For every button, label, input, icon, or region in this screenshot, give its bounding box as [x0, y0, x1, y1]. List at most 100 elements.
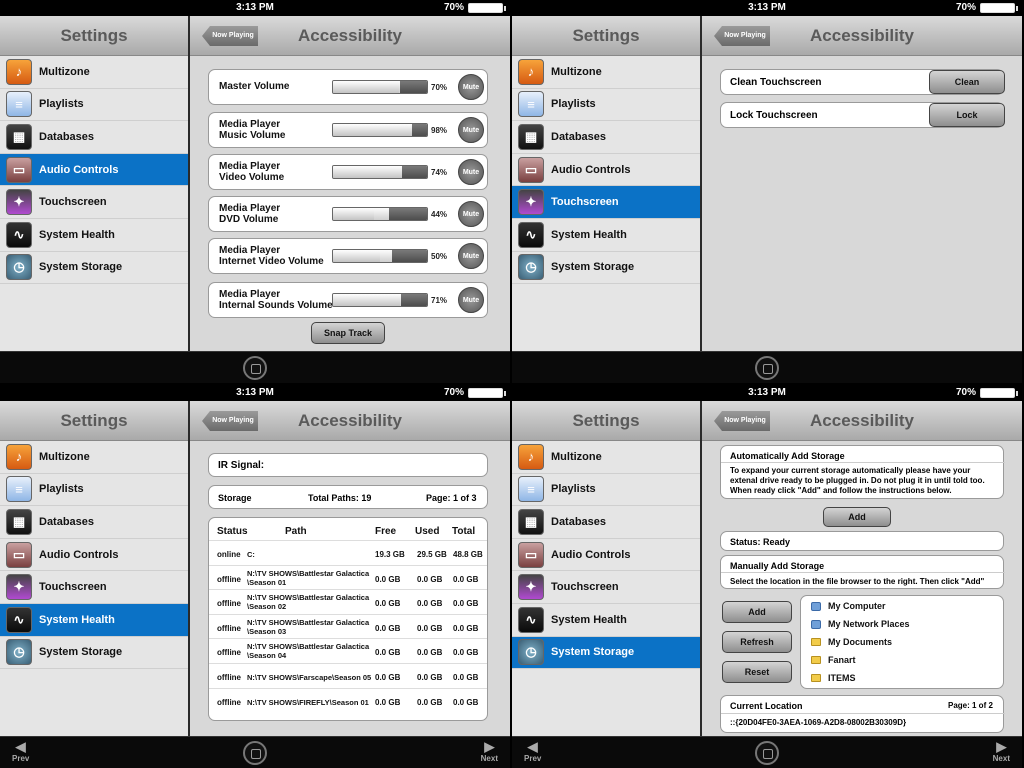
audio-controls-icon: ▭: [6, 541, 32, 568]
sidebar-item-multizone[interactable]: ♪ Multizone: [512, 441, 700, 474]
sidebar-item-touchscreen[interactable]: ✦ Touchscreen: [512, 186, 700, 219]
sidebar-item-label: Databases: [39, 515, 95, 528]
file-item-label: My Computer: [828, 601, 886, 611]
sidebar-item-system-health[interactable]: ∿ System Health: [512, 219, 700, 252]
home-button[interactable]: [243, 356, 267, 380]
volume-slider[interactable]: [332, 249, 428, 263]
sidebar-item-label: System Health: [39, 613, 115, 626]
mute-button[interactable]: Mute: [458, 243, 484, 269]
row-path: N:\TV SHOWS\Farscape\Season 05: [247, 673, 371, 682]
file-browser-item[interactable]: ITEMS: [811, 673, 856, 683]
file-item-label: Fanart: [828, 655, 856, 665]
next-button[interactable]: ▶ Next: [481, 740, 498, 764]
row-used: 0.0 GB: [417, 574, 443, 584]
storage-summary-panel: Storage Total Paths: 19 Page: 1 of 3: [208, 485, 488, 509]
row-path-line2: \Season 02: [247, 602, 287, 612]
next-button[interactable]: ▶ Next: [993, 740, 1010, 764]
sidebar-item-multizone[interactable]: ♪ Multizone: [0, 441, 188, 474]
row-free: 0.0 GB: [375, 673, 401, 682]
sidebar-item-playlists[interactable]: ≡ Playlists: [512, 89, 700, 122]
row-status: offline: [217, 648, 241, 658]
sidebar-item-playlists[interactable]: ≡ Playlists: [0, 89, 188, 122]
row-total: 0.0 GB: [453, 623, 479, 633]
left-arrow-icon: ◀: [15, 739, 26, 754]
battery-percent: 70%: [443, 387, 464, 398]
auto-add-description: To expand your current storage automatic…: [730, 466, 985, 495]
volume-label-line1: Media Player: [219, 119, 281, 130]
sidebar-item-playlists[interactable]: ≡ Playlists: [0, 474, 188, 507]
add-button[interactable]: Add: [722, 601, 792, 623]
sidebar-item-touchscreen[interactable]: ✦ Touchscreen: [512, 571, 700, 604]
row-free: 0.0 GB: [375, 648, 401, 658]
table-row[interactable]: offline N:\TV SHOWS\FIREFLY\Season 01 0.…: [209, 687, 487, 713]
sidebar-item-system-health[interactable]: ∿ System Health: [512, 604, 700, 637]
sidebar-item-audio-controls[interactable]: ▭ Audio Controls: [512, 154, 700, 187]
accessibility-pane: Now Playing Accessibility Master Volume …: [190, 16, 510, 351]
table-row[interactable]: offline N:\TV SHOWS\Battlestar Galactica…: [209, 589, 487, 614]
sidebar-item-system-storage[interactable]: ◷ System Storage: [0, 637, 188, 670]
sidebar-item-multizone[interactable]: ♪ Multizone: [512, 56, 700, 89]
sidebar-item-system-storage[interactable]: ◷ System Storage: [512, 252, 700, 285]
prev-button[interactable]: ◀ Prev: [12, 739, 29, 764]
volume-slider[interactable]: [332, 293, 428, 307]
file-browser-item[interactable]: Fanart: [811, 655, 856, 665]
audio-controls-icon: ▭: [6, 156, 32, 183]
lock-button[interactable]: Lock: [929, 103, 1005, 127]
sidebar-item-system-health[interactable]: ∿ System Health: [0, 219, 188, 252]
sidebar-item-system-storage[interactable]: ◷ System Storage: [0, 252, 188, 285]
clean-button[interactable]: Clean: [929, 70, 1005, 94]
page-title: Accessibility: [810, 26, 914, 45]
sidebar-item-databases[interactable]: ▦ Databases: [0, 506, 188, 539]
sidebar-item-databases[interactable]: ▦ Databases: [0, 121, 188, 154]
sidebar-item-touchscreen[interactable]: ✦ Touchscreen: [0, 571, 188, 604]
playlists-icon: ≡: [518, 476, 544, 503]
mute-button[interactable]: Mute: [458, 159, 484, 185]
databases-icon: ▦: [6, 508, 32, 535]
prev-button[interactable]: ◀ Prev: [524, 740, 541, 764]
table-row[interactable]: offline N:\TV SHOWS\Battlestar Galactica…: [209, 564, 487, 590]
row-total: 48.8 GB: [453, 550, 483, 559]
sidebar-item-audio-controls[interactable]: ▭ Audio Controls: [0, 153, 188, 187]
sidebar-item-audio-controls[interactable]: ▭ Audio Controls: [0, 539, 188, 572]
snap-track-button[interactable]: Snap Track: [311, 322, 385, 344]
sidebar-item-touchscreen[interactable]: ✦ Touchscreen: [0, 186, 188, 219]
volume-slider[interactable]: [332, 123, 428, 137]
battery-icon: [980, 3, 1018, 13]
sidebar-item-audio-controls[interactable]: ▭ Audio Controls: [512, 539, 700, 572]
sidebar-item-label: Playlists: [39, 98, 84, 111]
sidebar-item-databases[interactable]: ▦ Databases: [512, 121, 700, 154]
file-browser-item[interactable]: My Computer: [811, 601, 886, 611]
current-location-path: ::{20D04FE0-3AEA-1069-A2D8-08002B30309D}: [730, 718, 907, 727]
row-path: N:\TV SHOWS\Battlestar Galactica \Season…: [247, 593, 369, 611]
volume-percent: 71%: [431, 296, 448, 305]
file-browser-item[interactable]: My Network Places: [811, 619, 910, 629]
home-button[interactable]: [755, 741, 779, 765]
volume-slider[interactable]: [332, 80, 428, 94]
volume-slider[interactable]: [332, 207, 428, 221]
table-row[interactable]: online C: 19.3 GB 29.5 GB 48.8 GB: [209, 540, 487, 565]
total-paths: Total Paths: 19: [308, 493, 372, 503]
volume-slider[interactable]: [332, 165, 428, 179]
reset-button[interactable]: Reset: [722, 661, 792, 683]
mute-button[interactable]: Mute: [458, 201, 484, 227]
status-time: 3:13 PM: [236, 387, 274, 398]
auto-add-button[interactable]: Add: [823, 507, 891, 527]
sidebar-item-playlists[interactable]: ≡ Playlists: [512, 474, 700, 507]
mute-button[interactable]: Mute: [458, 287, 484, 313]
sidebar-item-system-health[interactable]: ∿ System Health: [0, 603, 188, 637]
home-button[interactable]: [755, 356, 779, 380]
file-browser-item[interactable]: My Documents: [811, 637, 892, 647]
table-row[interactable]: offline N:\TV SHOWS\Battlestar Galactica…: [209, 638, 487, 663]
sidebar-item-label: Touchscreen: [551, 581, 619, 594]
table-row[interactable]: offline N:\TV SHOWS\Farscape\Season 05 0…: [209, 663, 487, 688]
mute-button[interactable]: Mute: [458, 117, 484, 143]
sidebar-item-system-storage[interactable]: ◷ System Storage: [512, 636, 700, 670]
refresh-button[interactable]: Refresh: [722, 631, 792, 653]
bottom-bar: [512, 351, 1022, 383]
mute-button[interactable]: Mute: [458, 74, 484, 100]
table-row[interactable]: offline N:\TV SHOWS\Battlestar Galactica…: [209, 613, 487, 639]
sidebar-item-multizone[interactable]: ♪ Multizone: [0, 56, 188, 89]
sidebar-item-label: Touchscreen: [551, 196, 619, 209]
home-button[interactable]: [243, 741, 267, 765]
sidebar-item-databases[interactable]: ▦ Databases: [512, 506, 700, 539]
